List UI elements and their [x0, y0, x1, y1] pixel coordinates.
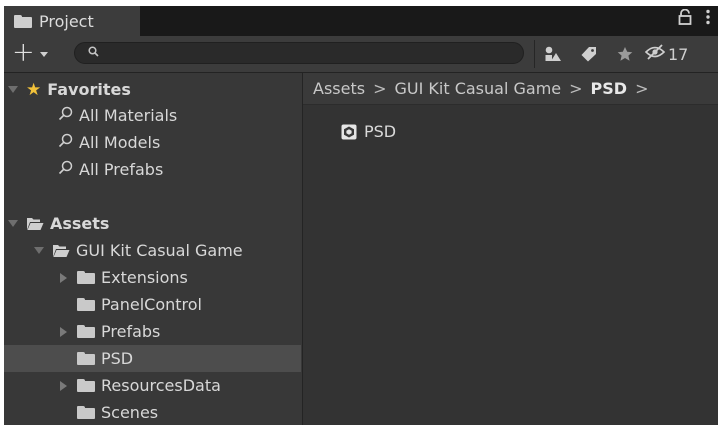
tree-item-label: ResourcesData [101, 376, 221, 395]
add-button[interactable]: + [12, 39, 35, 66]
tree-item-label: All Materials [79, 106, 178, 125]
collapse-arrow-icon[interactable] [60, 380, 67, 391]
hidden-packages-toggle[interactable]: 17 [644, 42, 714, 66]
tab-bar: Project [4, 6, 718, 36]
tree-item-label: All Models [79, 133, 161, 152]
hidden-packages-icon [644, 44, 666, 64]
search-icon [88, 46, 99, 60]
chevron-right-icon[interactable]: > [635, 79, 648, 98]
breadcrumb: Assets > GUI Kit Casual Game > PSD > [303, 73, 718, 105]
asset-item-psd[interactable]: PSD [341, 122, 396, 141]
collapse-arrow-icon[interactable] [60, 326, 67, 337]
folder-icon [77, 271, 95, 284]
hidden-packages-count: 17 [668, 44, 689, 64]
tab-title: Project [39, 11, 94, 31]
search-input[interactable] [74, 42, 524, 64]
search-by-label-icon[interactable] [576, 42, 602, 66]
tree-item-prefabs[interactable]: Prefabs [60, 318, 160, 345]
tree-item-all-models[interactable]: All Models [58, 129, 160, 156]
folder-open-icon [27, 217, 44, 230]
tree-item-extensions[interactable]: Extensions [60, 264, 188, 291]
tree-item-favorites[interactable]: ★ Favorites [8, 76, 131, 103]
folder-icon [77, 352, 95, 365]
toolbar: + 17 [4, 36, 718, 73]
add-dropdown-caret-icon[interactable] [40, 52, 48, 57]
tree-item-label: Assets [50, 214, 110, 233]
star-icon: ★ [26, 79, 42, 100]
tree-item-label: GUI Kit Casual Game [76, 241, 243, 260]
tree-item-label: Extensions [101, 268, 188, 287]
lock-icon[interactable] [678, 8, 692, 30]
tree-item-resourcesdata[interactable]: ResourcesData [60, 372, 221, 399]
folder-open-icon [53, 244, 70, 257]
tree-item-label: PanelControl [101, 295, 202, 314]
breadcrumb-assets[interactable]: Assets [313, 79, 365, 98]
toolbar-separator [534, 40, 535, 68]
tree-item-all-prefabs[interactable]: All Prefabs [58, 156, 163, 183]
tree-item-psd[interactable]: PSD [4, 345, 301, 372]
search-icon [58, 106, 73, 125]
search-by-type-icon[interactable] [540, 42, 566, 66]
psd-file-icon [341, 124, 357, 139]
collapse-arrow-icon[interactable] [60, 272, 67, 283]
expand-arrow-icon[interactable] [34, 247, 44, 254]
tree-item-label: Scenes [101, 403, 159, 422]
tab-actions [678, 8, 710, 30]
asset-item-label: PSD [364, 122, 397, 141]
tree-item-assets[interactable]: Assets [8, 210, 109, 237]
expand-arrow-icon[interactable] [8, 220, 18, 227]
tree-item-gui-kit-casual-game[interactable]: GUI Kit Casual Game [34, 237, 243, 264]
tree-item-label: Prefabs [101, 322, 161, 341]
breadcrumb-gui-kit-casual-game[interactable]: GUI Kit Casual Game [394, 79, 561, 98]
chevron-right-icon: > [569, 79, 583, 98]
folder-icon [77, 298, 95, 311]
expand-arrow-icon[interactable] [8, 86, 18, 93]
tree-item-label: PSD [101, 349, 134, 368]
folder-icon [77, 379, 95, 392]
kebab-menu-icon[interactable] [706, 9, 710, 30]
folder-icon [14, 14, 32, 28]
tree-item-panelcontrol[interactable]: PanelControl [60, 291, 202, 318]
favorite-icon[interactable] [612, 42, 638, 66]
search-icon [58, 133, 73, 152]
tree-item-all-materials[interactable]: All Materials [58, 102, 177, 129]
breadcrumb-current[interactable]: PSD [591, 79, 628, 98]
folder-tree: ★ Favorites All Materials All Models All… [4, 73, 303, 425]
project-window: Project + 17 ★ Favorites All Materials A… [4, 6, 718, 425]
tree-item-label: All Prefabs [79, 160, 164, 179]
folder-icon [77, 325, 95, 338]
folder-icon [77, 406, 95, 419]
tree-item-scenes[interactable]: Scenes [60, 399, 158, 425]
folder-contents: Assets > GUI Kit Casual Game > PSD > PSD [303, 73, 718, 425]
tab-project[interactable]: Project [4, 6, 140, 36]
chevron-right-icon: > [373, 79, 387, 98]
search-icon [58, 160, 73, 179]
tree-item-label: Favorites [47, 80, 131, 99]
